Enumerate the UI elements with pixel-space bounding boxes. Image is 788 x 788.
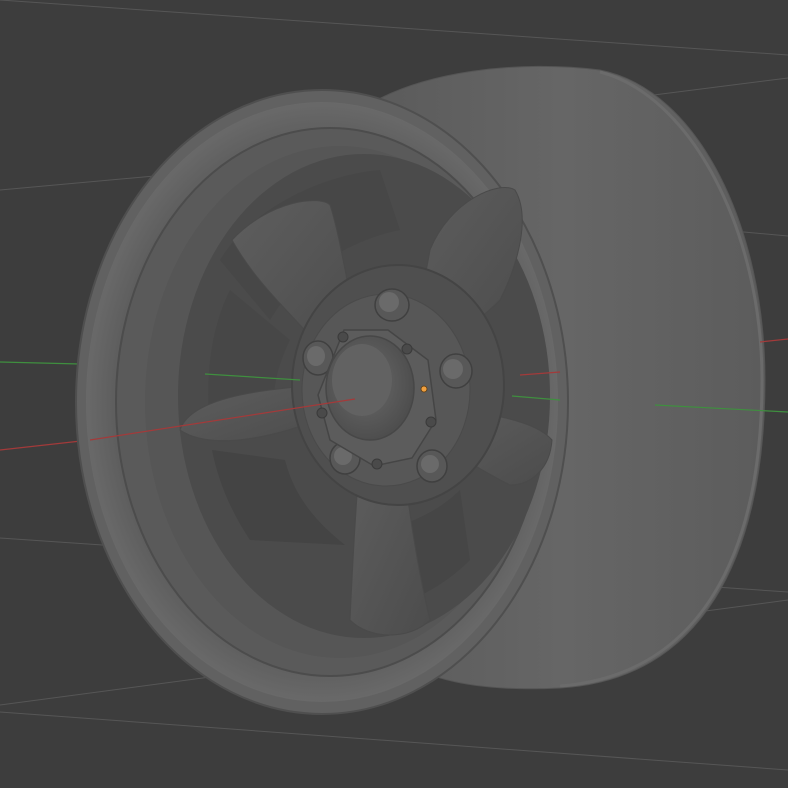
cap-bolt — [337, 331, 349, 343]
cap-bolt — [316, 407, 328, 419]
center-cap-top — [332, 344, 392, 416]
lug-nut — [439, 353, 473, 389]
wheel-model[interactable] — [75, 65, 766, 715]
object-origin-dot[interactable] — [420, 385, 428, 393]
3d-viewport[interactable] — [0, 0, 788, 788]
cap-bolt — [371, 458, 383, 470]
lug-nut — [374, 288, 410, 322]
cap-bolt — [401, 343, 413, 355]
lug-nut — [416, 449, 448, 483]
cap-bolt — [425, 416, 437, 428]
